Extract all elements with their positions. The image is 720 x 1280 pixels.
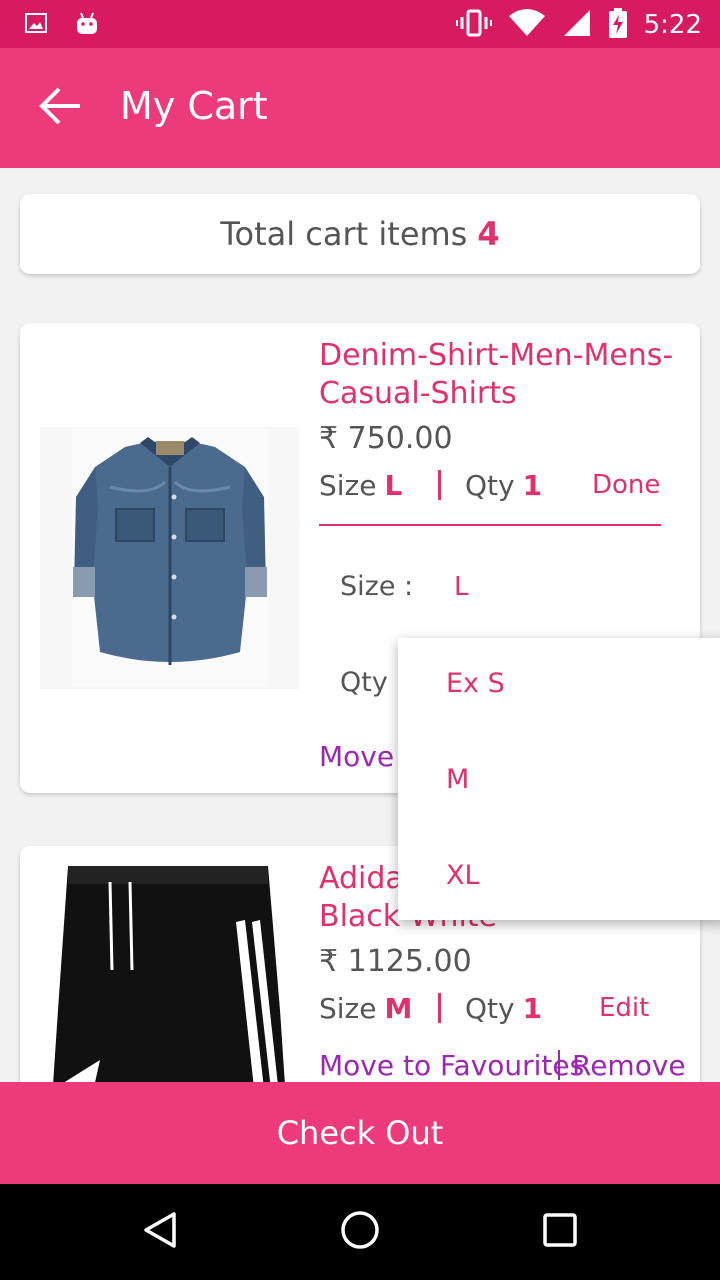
qty-info: Qty 1 [465, 992, 542, 1025]
total-items-count: 4 [477, 215, 500, 253]
qty-value: 1 [522, 469, 543, 502]
total-items-card: Total cart items 4 [20, 194, 700, 274]
size-label: Size [319, 992, 377, 1025]
arrow-back-icon [38, 86, 82, 130]
back-triangle-icon [140, 1210, 180, 1254]
qty-info: Qty 1 [465, 469, 542, 502]
size-option-exs[interactable]: Ex S [446, 668, 505, 699]
done-button[interactable]: Done [592, 470, 660, 500]
page-title: My Cart [120, 84, 268, 128]
product-name-line1: Denim-Shirt-Men-Mens- [319, 338, 674, 373]
edit-size-label: Size : [340, 571, 414, 602]
remove-link[interactable]: Remove [572, 1049, 686, 1082]
qty-label: Qty [465, 469, 515, 502]
android-icon [74, 10, 100, 40]
product-name[interactable]: Denim-Shirt-Men-Mens- Casual-Shirts [319, 337, 689, 413]
nav-recents-button[interactable] [530, 1202, 590, 1262]
link-separator [558, 1050, 560, 1080]
wifi-icon [508, 8, 546, 42]
qty-label: Qty [465, 992, 515, 1025]
recents-square-icon [542, 1212, 578, 1252]
image-icon [24, 11, 48, 39]
total-items-label: Total cart items [220, 215, 468, 253]
size-option-m[interactable]: M [446, 764, 469, 795]
status-time: 5:22 [643, 10, 702, 40]
signal-icon [562, 8, 592, 42]
product-image [40, 427, 300, 689]
size-value: M [384, 992, 413, 1025]
checkout-button[interactable]: Check Out [0, 1082, 720, 1184]
nav-home-button[interactable] [330, 1202, 390, 1262]
product-price: ₹ 1125.00 [319, 944, 472, 979]
size-info: Size M [319, 992, 412, 1025]
product-price: ₹ 750.00 [319, 421, 453, 456]
edit-button[interactable]: Edit [599, 993, 649, 1023]
system-nav-bar [0, 1184, 720, 1280]
vibrate-icon [455, 9, 492, 41]
meta-separator [438, 993, 441, 1023]
size-option-xl[interactable]: XL [446, 860, 480, 891]
move-to-favourites-link[interactable]: Move to Favourites [319, 1049, 584, 1082]
app-bar: My Cart [0, 48, 720, 168]
size-info: Size L [319, 469, 402, 502]
product-name-line2: Casual-Shirts [319, 376, 517, 411]
edit-qty-label: Qty : [340, 667, 406, 698]
qty-value: 1 [522, 992, 543, 1025]
back-button[interactable] [32, 82, 88, 134]
edit-divider [319, 524, 661, 526]
home-circle-icon [340, 1210, 380, 1254]
size-label: Size [319, 469, 377, 502]
edit-size-select[interactable]: L [454, 572, 469, 602]
status-bar: 5:22 [0, 0, 720, 48]
cart-screen: 5:22 My Cart Total cart items 4 Denim-Sh… [0, 0, 720, 1280]
nav-back-button[interactable] [130, 1202, 190, 1262]
battery-charging-icon [608, 8, 628, 42]
meta-separator [438, 470, 441, 500]
size-value: L [384, 469, 403, 502]
size-dropdown: Ex S M XL [398, 638, 720, 920]
